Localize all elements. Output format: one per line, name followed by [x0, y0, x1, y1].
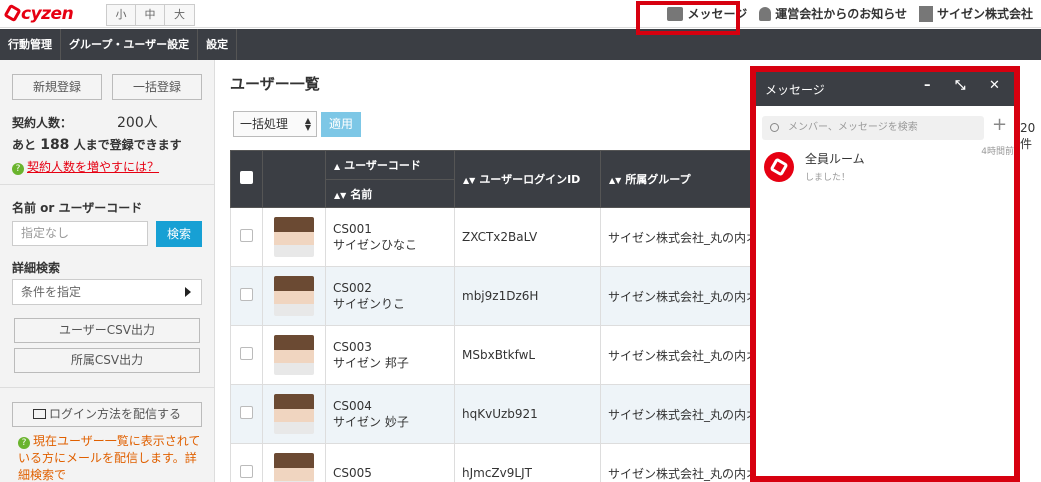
logo-icon — [3, 3, 22, 23]
table-row[interactable]: CS001 サイゼンひなこ ZXCTx2BaLV サイゼン株式会社_丸の内オフィス — [230, 207, 802, 267]
bulk-action-select[interactable]: 一括処理 ▲ ▼ — [233, 111, 317, 137]
room-icon — [764, 152, 794, 182]
name-search-input[interactable]: 指定なし — [12, 221, 148, 246]
user-code: CS004 — [333, 398, 372, 413]
add-icon[interactable]: + — [992, 114, 1007, 135]
mail-icon — [32, 409, 46, 419]
row-checkbox[interactable] — [240, 406, 253, 419]
row-checkbox[interactable] — [240, 465, 253, 478]
row-checkbox[interactable] — [240, 288, 253, 301]
search-icon — [770, 123, 779, 132]
divider — [0, 387, 215, 388]
avatar-header — [262, 150, 326, 208]
cyzen-logo[interactable]: cyzen — [3, 3, 74, 24]
apply-button[interactable]: 適用 — [321, 112, 361, 137]
row-checkbox[interactable] — [240, 347, 253, 360]
sort-login-id[interactable]: ▲▼ ユーザーログインID — [454, 150, 601, 208]
room-name: 全員ルーム — [805, 152, 865, 166]
remaining-seats: あと 188 人まで登録できます — [12, 137, 182, 153]
row-checkbox[interactable] — [240, 229, 253, 242]
room-preview: しました！ — [805, 173, 851, 183]
user-code: CS001 — [333, 221, 372, 236]
table-row[interactable]: CS004 サイゼン 妙子 hqKvUzb921 サイゼン株式会社_丸の内オフィス — [230, 384, 802, 444]
login-id: hqKvUzb921 — [454, 384, 601, 444]
contract-label: 契約人数： — [12, 116, 73, 130]
message-panel-header: メッセージ – ⤡ ✕ — [756, 72, 1014, 106]
sidebar: 新規登録 一括登録 契約人数： 200人 あと 188 人まで登録できます ? 契… — [0, 60, 215, 482]
main-nav: 行動管理 グループ・ユーザー設定 設定 — [0, 29, 1041, 60]
new-register-button[interactable]: 新規登録 — [12, 74, 102, 100]
user-code: CS002 — [333, 280, 372, 295]
page-title: ユーザー一覧 — [230, 75, 320, 93]
sort-icon: ▲▼ — [609, 176, 622, 185]
nav-item-activity[interactable]: 行動管理 — [0, 29, 61, 60]
size-large-button[interactable]: 大 — [165, 5, 194, 25]
minimize-icon[interactable]: – — [924, 78, 931, 93]
table-row[interactable]: CS005 hJmcZv9LJT サイゼン株式会社_丸の内オフィス — [230, 443, 802, 482]
sort-name[interactable]: ▲▼ 名前 — [325, 179, 455, 208]
table-row[interactable]: CS003 サイゼン 邦子 MSbxBtkfwL サイゼン株式会社_丸の内オフィス — [230, 325, 802, 385]
user-code: CS005 — [333, 466, 372, 480]
sort-icon: ▲▼ — [334, 190, 347, 200]
detail-search-label: 詳細検索 — [12, 261, 61, 275]
sort-icon: ▲▼ — [463, 176, 476, 185]
chat-room-item[interactable]: 全員ルーム しました！ 4時間前 — [756, 147, 1014, 192]
group-csv-export-button[interactable]: 所属CSV出力 — [14, 348, 200, 373]
messages-highlight-frame — [636, 1, 740, 35]
sort-user-code[interactable]: ▲ ユーザーコード — [325, 150, 455, 180]
contract-value: 200人 — [117, 115, 158, 131]
select-all-checkbox[interactable] — [240, 171, 253, 184]
name-search-label: 名前 or ユーザーコード — [12, 201, 143, 215]
search-button[interactable]: 検索 — [156, 221, 202, 247]
user-name[interactable]: サイゼンりこ — [333, 295, 447, 312]
building-icon — [918, 5, 933, 22]
avatar — [274, 453, 314, 482]
avatar — [274, 394, 314, 434]
select-all-cell — [230, 150, 263, 208]
size-medium-button[interactable]: 中 — [136, 5, 165, 25]
sort-asc-icon: ▲ — [334, 162, 341, 171]
divider — [0, 184, 215, 185]
user-name[interactable]: サイゼンひなこ — [333, 236, 447, 253]
per-page-select[interactable]: 20件 — [1020, 121, 1041, 152]
avatar — [274, 335, 314, 375]
user-code: CS003 — [333, 339, 372, 354]
table-row[interactable]: CS002 サイゼンりこ mbj9z1Dz6H サイゼン株式会社_丸の内オフィス — [230, 266, 802, 326]
caret-right-icon — [185, 287, 191, 297]
message-panel-title: メッセージ — [765, 83, 825, 97]
bulk-register-button[interactable]: 一括登録 — [112, 74, 202, 100]
notices-link[interactable]: 運営会社からのお知らせ — [759, 5, 907, 22]
user-name[interactable]: サイゼン 妙子 — [333, 413, 447, 430]
avatar — [274, 217, 314, 257]
company-menu[interactable]: サイゼン株式会社 — [918, 5, 1033, 22]
help-icon: ? — [12, 163, 24, 175]
mail-note: ? 現在ユーザー一覧に表示されている方にメールを配信します。詳細検索で — [18, 434, 201, 482]
login-id: mbj9z1Dz6H — [454, 266, 601, 326]
nav-item-settings[interactable]: 設定 — [198, 29, 238, 60]
user-csv-export-button[interactable]: ユーザーCSV出力 — [14, 318, 200, 343]
users-table: ▲ ユーザーコード ▲▼ ユーザーログインID ▲▼ 所属グループ ▲▼ 名前 CS00… — [230, 150, 802, 482]
login-id: hJmcZv9LJT — [454, 443, 601, 482]
updown-icon: ▲ ▼ — [304, 116, 311, 132]
close-icon[interactable]: ✕ — [989, 78, 1000, 93]
top-bar: cyzen 小 中 大 メッセージ 運営会社からのお知らせ サイゼン株式会社 — [0, 0, 1041, 28]
message-panel: メッセージ – ⤡ ✕ メンバー、メッセージを検索 + 全員ルーム しました！ … — [750, 66, 1020, 482]
help-icon: ? — [18, 437, 30, 449]
bell-icon — [759, 6, 772, 21]
message-search-input[interactable]: メンバー、メッセージを検索 — [762, 116, 984, 140]
send-login-method-button[interactable]: ログイン方法を配信する — [12, 402, 202, 427]
user-name[interactable]: サイゼン 邦子 — [333, 354, 447, 371]
expand-icon[interactable]: ⤡ — [955, 78, 965, 93]
increase-contract-link[interactable]: ? 契約人数を増やすには？ — [12, 158, 159, 175]
room-time: 4時間前 — [981, 147, 1014, 157]
nav-item-group-user[interactable]: グループ・ユーザー設定 — [61, 29, 199, 60]
login-id: ZXCTx2BaLV — [454, 207, 601, 267]
font-size-switcher: 小 中 大 — [106, 4, 195, 26]
avatar — [274, 276, 314, 316]
login-id: MSbxBtkfwL — [454, 325, 601, 385]
size-small-button[interactable]: 小 — [107, 5, 136, 25]
condition-select[interactable]: 条件を指定 — [12, 279, 202, 305]
